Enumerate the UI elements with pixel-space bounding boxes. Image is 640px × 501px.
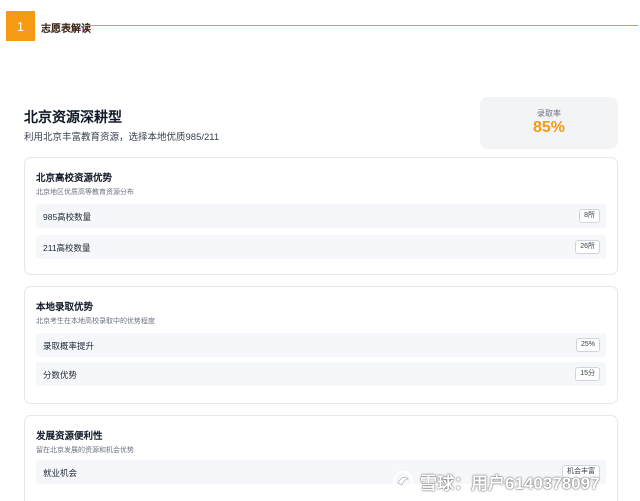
row-label: 分数优势	[43, 370, 78, 380]
plan-subtitle: 利用北京丰富教育资源，选择本地优质985/211	[24, 132, 220, 143]
list-item: 录取概率提升 25%	[36, 333, 606, 357]
list-item: 211高校数量 26所	[36, 235, 606, 259]
card-beijing-resources: 北京高校资源优势 北京地区优质高等教育资源分布 985高校数量 8所 211高校…	[24, 157, 618, 275]
value-badge: 26所	[575, 240, 600, 254]
section-title: 志愿表解读	[41, 24, 91, 35]
list-item: 985高校数量 8所	[36, 204, 606, 228]
plan-title: 北京资源深耕型	[24, 109, 122, 125]
row-label: 211高校数量	[43, 243, 91, 253]
admission-rate-box: 录取率 85%	[480, 97, 618, 149]
section-divider	[86, 25, 638, 26]
admission-rate-value: 85%	[532, 119, 566, 136]
admission-rate-label: 录取率	[537, 109, 561, 118]
card-title: 北京高校资源优势	[36, 173, 113, 184]
value-badge: 25%	[575, 338, 600, 352]
row-label: 录取概率提升	[43, 341, 95, 351]
card-title: 发展资源便利性	[36, 431, 103, 442]
section-header: 1 志愿表解读	[6, 11, 638, 41]
card-title: 本地录取优势	[36, 302, 94, 313]
value-badge: 8所	[579, 209, 600, 223]
card-description: 北京地区优质高等教育资源分布	[36, 189, 134, 196]
watermark-text: 雪球：用户6140378097	[420, 473, 600, 493]
snowball-logo-icon	[392, 470, 414, 492]
card-description: 留在北京发展的资源和机会优势	[36, 447, 134, 454]
row-label: 985高校数量	[43, 212, 92, 222]
section-number: 1	[6, 11, 35, 41]
value-badge: 15分	[575, 367, 600, 381]
list-item: 分数优势 15分	[36, 362, 606, 386]
card-local-admission: 本地录取优势 北京考生在本地高校录取中的优势程度 录取概率提升 25% 分数优势…	[24, 286, 618, 404]
row-label: 就业机会	[43, 468, 78, 478]
watermark: 雪球：用户6140378097	[392, 469, 600, 493]
card-description: 北京考生在本地高校录取中的优势程度	[36, 318, 155, 325]
